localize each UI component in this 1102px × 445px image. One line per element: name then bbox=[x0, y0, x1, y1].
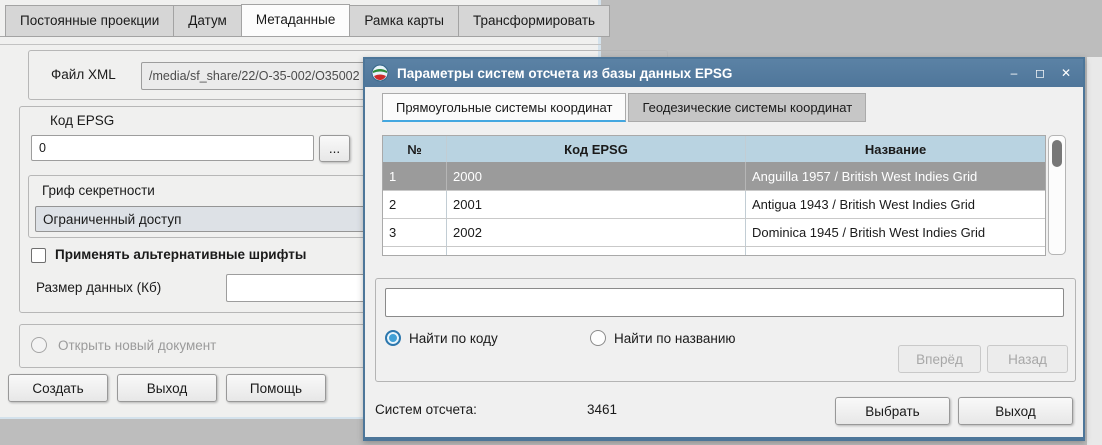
secrecy-label: Гриф секретности bbox=[42, 183, 155, 198]
data-size-label: Размер данных (Кб) bbox=[36, 280, 161, 295]
epsg-browse-button[interactable]: ... bbox=[319, 135, 350, 162]
tab-map-frame[interactable]: Рамка карты bbox=[349, 5, 459, 37]
epsg-code-label: Код EPSG bbox=[50, 113, 114, 128]
header-epsg-code: Код EPSG bbox=[447, 136, 746, 162]
header-name: Название bbox=[746, 136, 1045, 162]
table-scrollbar[interactable] bbox=[1048, 135, 1066, 255]
open-new-doc-label: Открыть новый документ bbox=[58, 338, 216, 353]
dialog-titlebar[interactable]: Параметры систем отсчета из базы данных … bbox=[365, 59, 1083, 87]
table-row-partial bbox=[383, 246, 1045, 255]
tab-geodesic-systems[interactable]: Геодезические системы координат bbox=[628, 93, 866, 122]
dialog-tabbar: Прямоугольные системы координат Геодезич… bbox=[382, 93, 868, 122]
find-by-name-label: Найти по названию bbox=[614, 331, 736, 346]
epsg-dialog: Параметры систем отсчета из базы данных … bbox=[363, 57, 1085, 441]
table-row[interactable]: 2 2001 Antigua 1943 / British West Indie… bbox=[383, 190, 1045, 218]
back-button[interactable]: Назад bbox=[987, 345, 1068, 373]
tab-transform[interactable]: Трансформировать bbox=[458, 5, 610, 37]
exit-button[interactable]: Выход bbox=[117, 374, 217, 402]
select-button[interactable]: Выбрать bbox=[835, 397, 950, 425]
table-header-row: № Код EPSG Название bbox=[383, 136, 1045, 162]
close-icon[interactable]: ✕ bbox=[1053, 66, 1079, 80]
forward-button[interactable]: Вперёд bbox=[898, 345, 981, 373]
search-group: Найти по коду Найти по названию Вперёд Н… bbox=[375, 278, 1076, 382]
open-new-doc-radio[interactable] bbox=[31, 337, 47, 353]
epsg-table: № Код EPSG Название 1 2000 Anguilla 1957… bbox=[382, 135, 1046, 256]
find-by-code-label: Найти по коду bbox=[409, 331, 498, 346]
systems-count-value: 3461 bbox=[587, 402, 617, 417]
maximize-icon[interactable]: ◻ bbox=[1027, 66, 1053, 80]
help-button[interactable]: Помощь bbox=[226, 374, 326, 402]
search-input[interactable] bbox=[385, 288, 1064, 317]
table-row[interactable]: 3 2002 Dominica 1945 / British West Indi… bbox=[383, 218, 1045, 246]
dialog-exit-button[interactable]: Выход bbox=[958, 397, 1073, 425]
tab-constant-projections[interactable]: Постоянные проекции bbox=[5, 5, 174, 37]
alt-fonts-label: Применять альтернативные шрифты bbox=[55, 247, 306, 262]
xml-file-label: Файл XML bbox=[51, 67, 116, 82]
header-number: № bbox=[383, 136, 447, 162]
tab-rectangular-systems[interactable]: Прямоугольные системы координат bbox=[382, 93, 626, 122]
alt-fonts-checkbox[interactable] bbox=[31, 248, 46, 263]
scrollbar-thumb[interactable] bbox=[1052, 140, 1062, 167]
main-tabbar: Постоянные проекции Датум Метаданные Рам… bbox=[5, 4, 609, 37]
find-by-code-radio[interactable] bbox=[385, 330, 401, 346]
find-by-name-radio[interactable] bbox=[590, 330, 606, 346]
panel-divider bbox=[0, 44, 601, 45]
dialog-title: Параметры систем отсчета из базы данных … bbox=[397, 66, 732, 81]
epsg-code-field[interactable]: 0 bbox=[31, 135, 314, 161]
tab-datum[interactable]: Датум bbox=[173, 5, 242, 37]
globe-icon bbox=[371, 64, 389, 82]
create-button[interactable]: Создать bbox=[8, 374, 108, 402]
systems-count-label: Систем отсчета: bbox=[375, 402, 477, 417]
minimize-icon[interactable]: – bbox=[1001, 66, 1027, 80]
table-row[interactable]: 1 2000 Anguilla 1957 / British West Indi… bbox=[383, 162, 1045, 190]
background-panel-strip bbox=[1087, 57, 1102, 445]
tab-metadata[interactable]: Метаданные bbox=[241, 4, 351, 37]
